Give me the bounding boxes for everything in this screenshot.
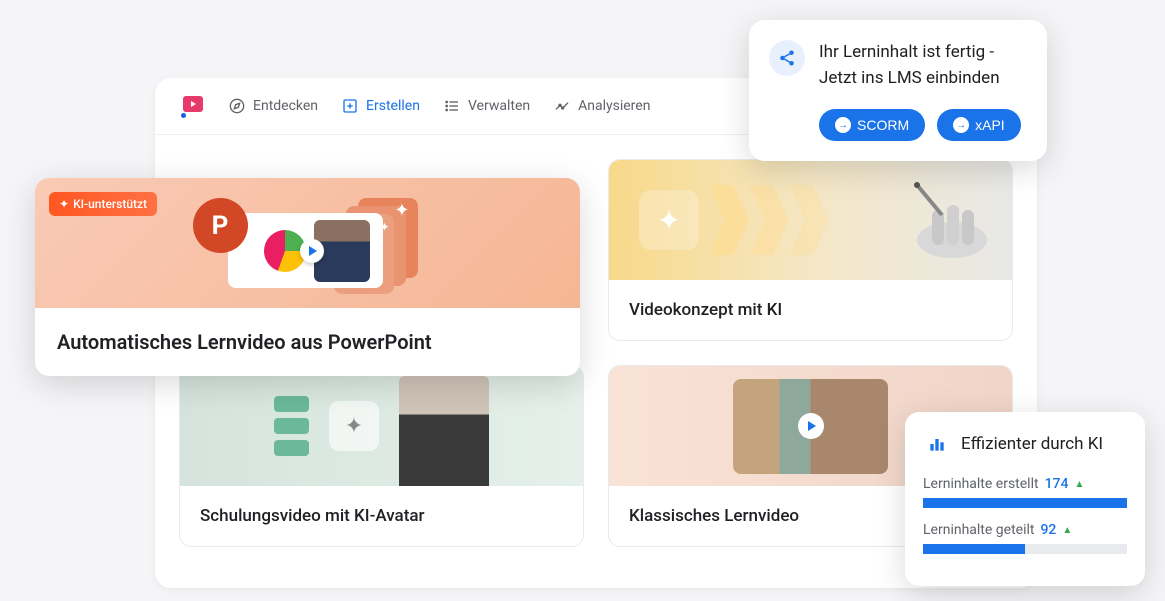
compass-icon <box>229 98 245 114</box>
card-image: ✦ <box>609 160 1012 280</box>
nav-verwalten[interactable]: Verwalten <box>444 98 530 114</box>
stat-value: 174 <box>1045 476 1069 492</box>
card-image: ✦ <box>180 366 583 486</box>
stat-row-erstellt: Lerninhalte erstellt 174 ▲ <box>923 476 1127 508</box>
nav-analysieren[interactable]: Analysieren <box>554 98 650 114</box>
bar-chart-icon <box>923 430 951 458</box>
stat-bar <box>923 544 1127 554</box>
sparkle-icon: ✦ <box>394 200 409 221</box>
featured-title: Automatisches Lernvideo aus PowerPoint <box>35 308 580 376</box>
nav-label: Analysieren <box>578 98 650 114</box>
scorm-button[interactable]: → SCORM <box>819 109 925 141</box>
card-schulungsvideo[interactable]: ✦ Schulungsvideo mit KI-Avatar <box>179 365 584 547</box>
video-thumbnail <box>733 379 888 474</box>
lms-message: Ihr Lerninhalt ist fertig - Jetzt ins LM… <box>819 40 1000 91</box>
play-icon <box>300 239 324 263</box>
card-title: Videokonzept mit KI <box>609 280 1012 340</box>
trend-up-icon: ▲ <box>1074 479 1084 490</box>
card-title: Schulungsvideo mit KI-Avatar <box>180 486 583 546</box>
stat-row-geteilt: Lerninhalte geteilt 92 ▲ <box>923 522 1127 554</box>
nav-entdecken[interactable]: Entdecken <box>229 98 318 114</box>
arrow-right-icon: → <box>953 117 969 133</box>
lms-export-popup: Ihr Lerninhalt ist fertig - Jetzt ins LM… <box>749 20 1047 161</box>
badge-text: KI-unterstützt <box>73 197 147 211</box>
xapi-button[interactable]: → xAPI <box>937 109 1021 141</box>
button-label: SCORM <box>857 117 909 133</box>
trend-icon <box>554 98 570 114</box>
card-videokonzept[interactable]: ✦ <box>608 159 1013 341</box>
sparkle-icon: ✦ <box>639 190 699 250</box>
nav-label: Erstellen <box>366 98 420 114</box>
featured-card-powerpoint[interactable]: ✦ KI-unterstützt ✦ ✦ P Automatisches Ler… <box>35 178 580 376</box>
sparkle-icon: ✦ <box>329 401 379 451</box>
powerpoint-icon: P <box>193 198 248 253</box>
app-logo[interactable] <box>179 94 205 118</box>
robot-hand-illustration <box>862 170 1002 270</box>
stat-label: Lerninhalte erstellt <box>923 476 1039 492</box>
stat-label: Lerninhalte geteilt <box>923 522 1034 538</box>
nav-label: Entdecken <box>253 98 318 114</box>
avatar-illustration <box>399 376 489 486</box>
nav-label: Verwalten <box>468 98 530 114</box>
share-icon <box>769 40 805 76</box>
arrow-right-icon: → <box>835 117 851 133</box>
plus-box-icon <box>342 98 358 114</box>
stats-popup: Effizienter durch KI Lerninhalte erstell… <box>905 412 1145 586</box>
stat-bar <box>923 498 1127 508</box>
featured-image: ✦ KI-unterstützt ✦ ✦ P <box>35 178 580 308</box>
button-label: xAPI <box>975 117 1005 133</box>
play-icon <box>798 413 824 439</box>
ai-badge: ✦ KI-unterstützt <box>49 192 157 216</box>
sparkle-icon: ✦ <box>59 197 69 211</box>
list-icon <box>444 98 460 114</box>
trend-up-icon: ▲ <box>1062 525 1072 536</box>
stat-value: 92 <box>1040 522 1056 538</box>
stats-title: Effizienter durch KI <box>961 434 1103 454</box>
nav-erstellen[interactable]: Erstellen <box>342 98 420 114</box>
